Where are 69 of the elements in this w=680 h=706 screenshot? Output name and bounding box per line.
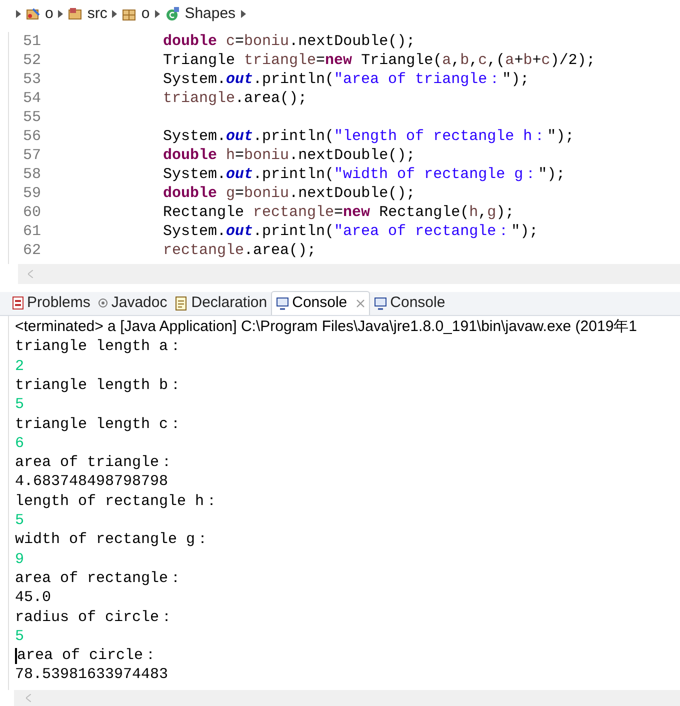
monitor-icon xyxy=(374,296,388,310)
code-line: double h=boniu.nextDouble(); xyxy=(163,146,416,165)
line-number: 54 xyxy=(22,89,42,108)
code-line: double c=boniu.nextDouble(); xyxy=(163,32,416,51)
scroll-left-icon xyxy=(28,270,33,278)
line-number: 58 xyxy=(22,165,42,184)
code-line: System.out.println("area of rectangle："); xyxy=(163,222,538,241)
monitor-icon xyxy=(276,297,290,310)
view-tab[interactable]: Problems xyxy=(8,291,94,315)
document-icon xyxy=(175,296,188,310)
code-line: Triangle triangle=new Triangle(a,b,c,(a+b+c)/2); xyxy=(163,51,596,70)
code-line: double g=boniu.nextDouble(); xyxy=(163,184,416,203)
console-line: radius of circle： xyxy=(15,608,174,628)
code-line: System.out.println("width of rectangle g："); xyxy=(163,165,566,184)
line-number: 61 xyxy=(22,222,42,241)
view-tab[interactable]: Console xyxy=(370,291,450,315)
line-number: 56 xyxy=(22,127,42,146)
view-tab[interactable]: Declaration xyxy=(171,291,272,315)
console-line: 5 xyxy=(15,511,24,532)
chevron-icon xyxy=(240,10,246,18)
close-icon[interactable] xyxy=(356,299,366,308)
view-tab[interactable]: Javadoc xyxy=(94,291,172,315)
folder-icon xyxy=(68,7,82,21)
line-number: 55 xyxy=(22,108,42,127)
breadcrumb-item[interactable]: Shapes xyxy=(184,2,236,26)
console-line: 9 xyxy=(15,550,24,570)
breadcrumb-item[interactable]: src xyxy=(87,2,108,26)
chevron-icon xyxy=(112,10,118,18)
console-line: length of rectangle h： xyxy=(15,492,220,512)
console-line: area of circle： xyxy=(17,646,158,666)
console-line: 5 xyxy=(15,626,24,647)
package-icon xyxy=(122,7,136,21)
console-line: area of rectangle： xyxy=(15,568,184,589)
console-line: 5 xyxy=(15,395,24,416)
code-line: triangle.area(); xyxy=(163,89,308,108)
console-line: 4.683748498798798 xyxy=(15,472,168,492)
console-line: 6 xyxy=(15,434,24,454)
line-number: 51 xyxy=(22,32,42,51)
console-line: triangle length a： xyxy=(15,337,184,358)
console-line: area of triangle： xyxy=(15,453,174,474)
line-number: 59 xyxy=(22,184,42,203)
code-line: Rectangle rectangle=new Rectangle(h,g); xyxy=(163,203,514,222)
project-icon xyxy=(26,7,40,21)
code-line: rectangle.area(); xyxy=(163,241,316,260)
line-number: 62 xyxy=(22,241,42,260)
breadcrumb-item[interactable]: o xyxy=(141,2,150,26)
line-number: 52 xyxy=(22,51,42,70)
console-header: <terminated> a [Java Application] C:\Program Files\Java\jre1.8.0_191\bin\javaw.exe (2019年1 xyxy=(8,316,680,338)
console-line: 2 xyxy=(15,356,24,377)
scroll-left-icon xyxy=(26,694,31,702)
console-line: 78.53981633974483 xyxy=(15,665,168,686)
chevron-icon xyxy=(58,10,64,18)
line-number: 60 xyxy=(22,203,42,222)
breadcrumb-item[interactable]: o xyxy=(45,2,54,26)
horizontal-scrollbar[interactable] xyxy=(18,264,680,284)
code-line: System.out.println("area of triangle："); xyxy=(163,70,530,89)
view-tab[interactable]: Console xyxy=(271,291,370,315)
horizontal-scrollbar[interactable] xyxy=(14,690,680,706)
console-line: triangle length b： xyxy=(15,376,184,396)
console-line: triangle length c： xyxy=(15,414,184,435)
problems-icon xyxy=(12,296,24,310)
console-line: width of rectangle g： xyxy=(15,530,210,550)
line-number: 53 xyxy=(22,70,42,89)
line-number: 57 xyxy=(22,146,42,165)
chevron-icon xyxy=(16,10,21,18)
class-icon xyxy=(164,7,180,21)
console-line: 45.0 xyxy=(15,588,52,608)
chevron-icon xyxy=(154,10,160,18)
code-line: System.out.println("length of rectangle h："); xyxy=(163,127,574,146)
